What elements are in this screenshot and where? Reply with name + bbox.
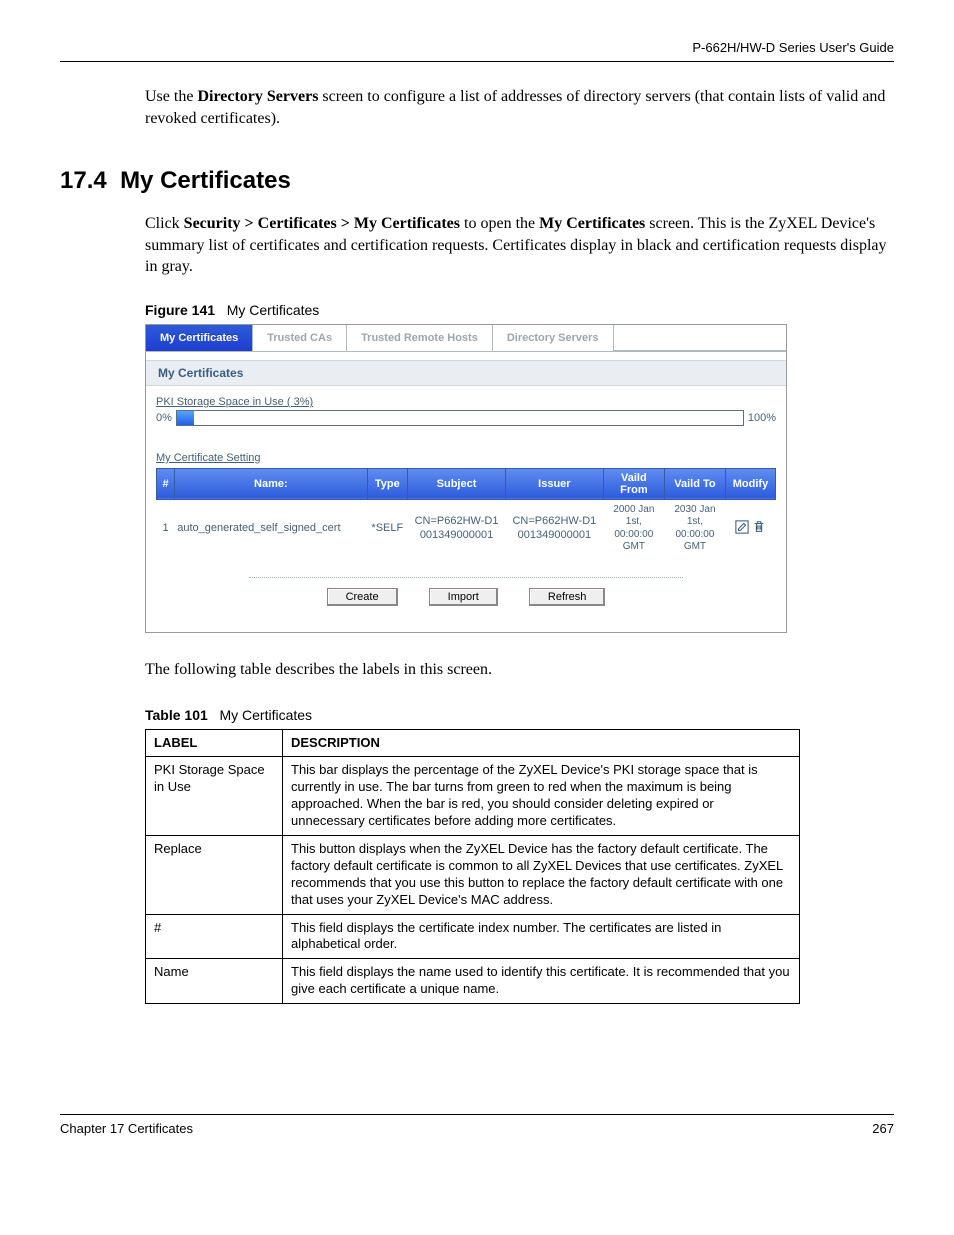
cert-table: # Name: Type Subject Issuer Vaild From V… [156,468,776,559]
col-type[interactable]: Type [367,468,408,499]
screenshot-figure: My Certificates Trusted CAs Trusted Remo… [145,324,787,633]
row-desc: This button displays when the ZyXEL Devi… [283,836,800,915]
figure-label: Figure 141 [145,302,215,318]
table-row: PKI Storage Space in Use This bar displa… [146,757,800,836]
row-label: Name [146,959,283,1004]
row-desc: This field displays the certificate inde… [283,914,800,959]
col-issuer[interactable]: Issuer [505,468,603,499]
tab-trusted-cas[interactable]: Trusted CAs [253,325,347,351]
setting-label: My Certificate Setting [156,452,776,464]
page-footer: Chapter 17 Certificates 267 [60,1114,894,1136]
storage-min: 0% [156,412,172,424]
desc-header-row: LABEL DESCRIPTION [146,729,800,757]
section-title: My Certificates [120,167,291,194]
tab-my-certificates[interactable]: My Certificates [146,325,253,351]
row-desc: This bar displays the percentage of the … [283,757,800,836]
storage-bar-fill [177,411,194,425]
panel-body: PKI Storage Space in Use ( 3%) 0% 100% M… [146,386,786,632]
intro-bold: Directory Servers [197,88,318,105]
cell-valid-from: 2000 Jan 1st, 00:00:00 GMT [603,499,664,558]
row-label: Replace [146,836,283,915]
storage-row: 0% 100% [156,410,776,426]
col-name[interactable]: Name: [175,468,367,499]
table-label: Table 101 [145,707,208,723]
button-row: Create Import Refresh [249,577,683,606]
table-row: # This field displays the certificate in… [146,914,800,959]
footer-chapter: Chapter 17 Certificates [60,1121,193,1136]
cell-name: auto_generated_self_signed_cert [175,499,367,558]
edit-icon[interactable] [735,520,749,539]
running-header: P-662H/HW-D Series User's Guide [60,40,894,55]
col-subject[interactable]: Subject [408,468,506,499]
row-desc: This field displays the name used to ide… [283,959,800,1004]
cell-valid-to: 2030 Jan 1st, 00:00:00 GMT [664,499,725,558]
row-label: PKI Storage Space in Use [146,757,283,836]
post-figure-text: The following table describes the labels… [145,659,894,681]
cell-type: *SELF [367,499,408,558]
header-rule [60,61,894,62]
import-button[interactable]: Import [429,588,498,606]
panel-title: My Certificates [146,360,786,386]
col-valid-from[interactable]: Vaild From [603,468,664,499]
storage-label: PKI Storage Space in Use ( 3%) [156,396,776,408]
section-number: 17.4 [60,167,107,194]
tab-directory-servers[interactable]: Directory Servers [493,325,614,351]
table-title: My Certificates [219,707,312,723]
storage-bar [176,410,744,426]
row-label: # [146,914,283,959]
col-modify[interactable]: Modify [725,468,775,499]
click-paragraph: Click Security > Certificates > My Certi… [145,213,894,278]
refresh-button[interactable]: Refresh [529,588,606,606]
description-table: LABEL DESCRIPTION PKI Storage Space in U… [145,729,800,1005]
trash-icon[interactable] [752,520,766,539]
col-num[interactable]: # [157,468,175,499]
click-path: Security > Certificates > My Certificate… [184,215,460,232]
cell-subject: CN=P662HW-D1 001349000001 [408,499,506,558]
section-heading: 17.4 My Certificates [60,167,894,195]
intro-paragraph: Use the Directory Servers screen to conf… [145,86,894,129]
click-screen: My Certificates [539,215,645,232]
table-row: Name This field displays the name used t… [146,959,800,1004]
figure-title: My Certificates [227,302,320,318]
table-row: Replace This button displays when the Zy… [146,836,800,915]
storage-max: 100% [748,412,776,424]
cert-header-row: # Name: Type Subject Issuer Vaild From V… [157,468,776,499]
click-pre: Click [145,215,184,232]
tab-spacer [614,325,786,351]
footer-page: 267 [872,1121,894,1136]
desc-head-label: LABEL [146,729,283,757]
col-valid-to[interactable]: Vaild To [664,468,725,499]
click-mid: to open the [460,215,539,232]
figure-caption: Figure 141 My Certificates [145,302,894,318]
create-button[interactable]: Create [327,588,398,606]
cell-modify [725,499,775,558]
intro-pre: Use the [145,88,197,105]
tab-gap [146,351,786,360]
table-row: 1 auto_generated_self_signed_cert *SELF … [157,499,776,558]
tab-trusted-remote-hosts[interactable]: Trusted Remote Hosts [347,325,493,351]
table-caption: Table 101 My Certificates [145,707,894,723]
cell-issuer: CN=P662HW-D1 001349000001 [505,499,603,558]
tab-bar: My Certificates Trusted CAs Trusted Remo… [146,325,786,351]
cell-num: 1 [157,499,175,558]
desc-head-desc: DESCRIPTION [283,729,800,757]
